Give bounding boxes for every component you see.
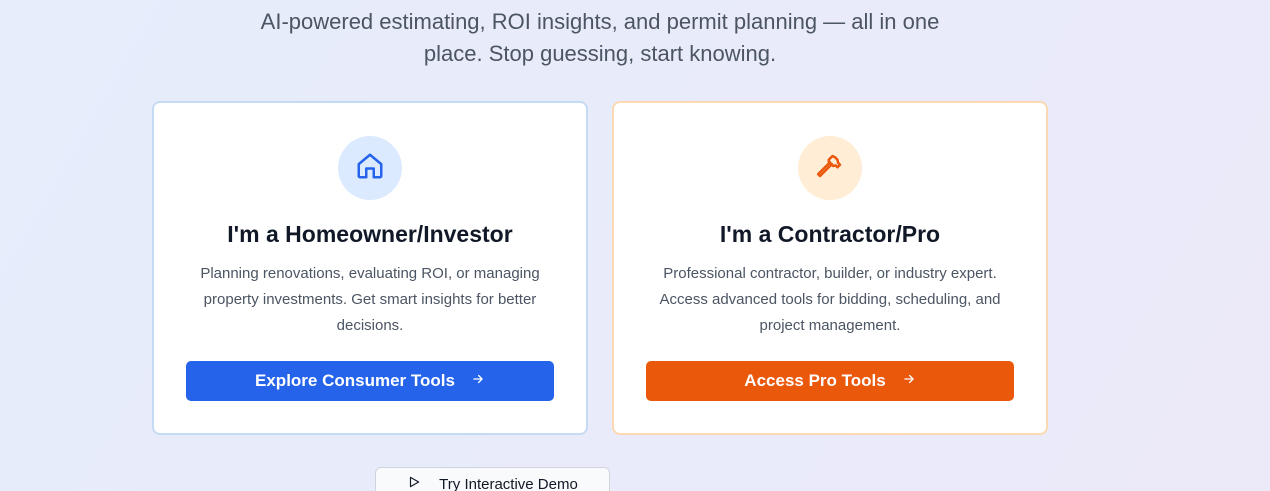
try-interactive-demo-label: Try Interactive Demo [439, 475, 578, 491]
hammer-icon [815, 151, 845, 186]
home-icon [355, 151, 385, 186]
explore-consumer-tools-button[interactable]: Explore Consumer Tools [186, 361, 554, 401]
consumer-card-description: Planning renovations, evaluating ROI, or… [200, 265, 540, 334]
pro-card-title: I'm a Contractor/Pro [719, 221, 941, 247]
hero-subtitle-line-2: place. Stop guessing, start knowing. [423, 41, 777, 66]
pro-icon-circle [798, 136, 862, 200]
try-interactive-demo-button[interactable]: Try Interactive Demo [375, 467, 610, 491]
hero-subtitle: AI-powered estimating, ROI insights, and… [200, 6, 1000, 70]
hero-subtitle-line-1: AI-powered estimating, ROI insights, and… [260, 9, 940, 34]
consumer-icon-circle [338, 136, 402, 200]
consumer-card[interactable]: I'm a Homeowner/Investor Planning renova… [152, 101, 588, 435]
arrow-right-icon [471, 371, 485, 391]
pro-card[interactable]: I'm a Contractor/Pro Professional contra… [612, 101, 1048, 435]
pro-card-description: Professional contractor, builder, or ind… [659, 265, 1001, 334]
arrow-right-icon [902, 371, 916, 391]
access-pro-tools-button[interactable]: Access Pro Tools [646, 361, 1014, 401]
explore-consumer-tools-label: Explore Consumer Tools [255, 371, 455, 390]
consumer-card-title: I'm a Homeowner/Investor [227, 221, 513, 247]
play-icon [407, 475, 421, 491]
access-pro-tools-label: Access Pro Tools [744, 371, 886, 390]
